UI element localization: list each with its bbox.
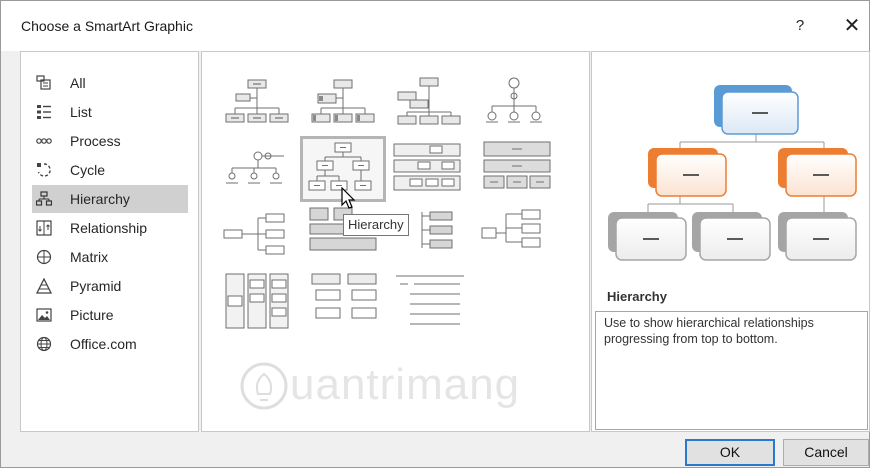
process-icon	[36, 138, 52, 144]
matrix-icon	[36, 249, 52, 265]
layout-thumbnail-lined-list[interactable]	[476, 204, 558, 264]
category-item-picture[interactable]: Picture	[32, 301, 188, 329]
category-item-office-com[interactable]: Office.com	[32, 330, 188, 358]
preview-title: Hierarchy	[607, 289, 667, 304]
category-item-process[interactable]: Process	[32, 127, 188, 155]
category-item-list[interactable]: List	[32, 98, 188, 126]
category-label: Relationship	[70, 220, 148, 236]
layout-thumbnail-stacked-list[interactable]	[304, 270, 386, 330]
mouse-cursor-icon	[341, 187, 356, 209]
category-label: Office.com	[70, 336, 137, 352]
watermark: uantrimang	[236, 354, 536, 418]
all-icon	[36, 75, 51, 90]
preview-pane: Hierarchy Use to show hierarchical relat…	[591, 51, 870, 432]
category-label: Picture	[70, 307, 114, 323]
category-label: Hierarchy	[70, 191, 130, 207]
category-label: Process	[70, 133, 121, 149]
layout-thumbnail-circle-picture-hierarchy[interactable]	[476, 74, 558, 134]
cancel-button[interactable]: Cancel	[783, 439, 869, 466]
pyramid-icon	[36, 278, 52, 294]
category-label: All	[70, 75, 86, 91]
category-list: All List Process Cycle Hierarchy Relatio…	[20, 51, 199, 432]
smartart-dialog: Choose a SmartArt Graphic ? ✕ All List P…	[0, 0, 870, 468]
dialog-title: Choose a SmartArt Graphic	[21, 18, 193, 34]
category-item-all[interactable]: All	[32, 69, 188, 97]
layout-thumbnail-labeled-hierarchy[interactable]	[390, 138, 472, 198]
list-icon	[37, 105, 51, 119]
category-label: Cycle	[70, 162, 106, 178]
layout-thumbnail-table-list[interactable]	[218, 270, 300, 330]
category-item-matrix[interactable]: Matrix	[32, 243, 188, 271]
hierarchy-preview-diagram	[608, 85, 857, 261]
close-button[interactable]: ✕	[839, 13, 865, 39]
ok-button[interactable]: OK	[685, 439, 775, 466]
category-label: Pyramid	[70, 278, 122, 294]
globe-icon	[36, 336, 52, 352]
watermark-text: uantrimang	[290, 360, 521, 409]
layout-thumbnail-name-and-title-org-chart[interactable]	[304, 74, 386, 134]
category-item-pyramid[interactable]: Pyramid	[32, 272, 188, 300]
layout-thumbnail-horizontal-org-chart[interactable]	[218, 204, 300, 264]
category-item-cycle[interactable]: Cycle	[32, 156, 188, 184]
relationship-icon	[36, 220, 52, 236]
layout-thumbnail-text-hierarchy[interactable]	[390, 270, 472, 330]
preview-description: Use to show hierarchical relationships p…	[595, 311, 868, 430]
category-label: Matrix	[70, 249, 109, 265]
title-bar: Choose a SmartArt Graphic ? ✕	[1, 1, 869, 51]
cycle-icon	[37, 163, 51, 177]
layout-tooltip: Hierarchy	[343, 214, 409, 236]
layout-thumbnail-table-hierarchy[interactable]	[476, 138, 558, 198]
picture-icon	[36, 308, 52, 322]
layout-thumbnail-half-circle-org-chart[interactable]	[390, 74, 472, 134]
help-button[interactable]: ?	[789, 13, 811, 39]
category-label: List	[70, 104, 92, 120]
hierarchy-icon	[36, 191, 52, 206]
category-item-relationship[interactable]: Relationship	[32, 214, 188, 242]
layout-thumbnail-organization-chart[interactable]	[218, 74, 300, 134]
layout-gallery: Hierarchy uantrimang	[201, 51, 590, 432]
category-item-hierarchy[interactable]: Hierarchy	[32, 185, 188, 213]
layout-thumbnail-horizontal-hierarchy[interactable]	[218, 138, 300, 198]
